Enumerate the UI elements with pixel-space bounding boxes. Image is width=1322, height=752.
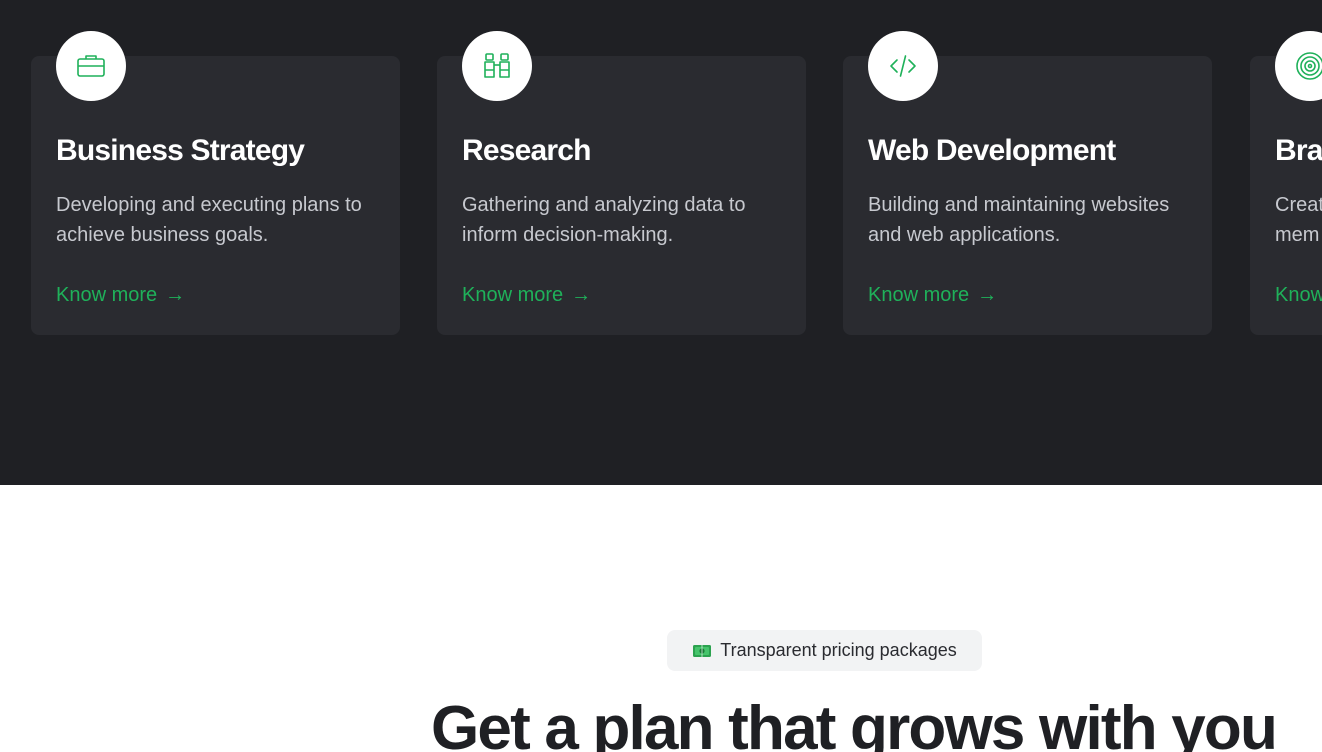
- arrow-right-icon: →: [571, 284, 592, 306]
- know-more-link[interactable]: Know more →: [868, 281, 997, 309]
- target-icon: [1275, 31, 1322, 101]
- service-card-web-development: Web Development Building and maintaining…: [843, 31, 1212, 335]
- service-card-business-strategy: Business Strategy Developing and executi…: [31, 31, 400, 335]
- pricing-badge: Transparent pricing packages: [667, 630, 982, 671]
- card-title: Research: [462, 134, 592, 167]
- service-card-research: Research Gathering and analyzing data to…: [437, 31, 806, 335]
- pricing-badge-label: Transparent pricing packages: [720, 640, 957, 660]
- arrow-right-icon: →: [165, 284, 186, 306]
- know-more-label: Know more: [868, 284, 970, 306]
- card-description: Gathering and analyzing data to inform d…: [462, 194, 746, 246]
- card-title: Bra: [1275, 134, 1322, 167]
- know-more-link[interactable]: Know more →: [462, 281, 591, 309]
- services-section: Business Strategy Developing and executi…: [0, 0, 1322, 485]
- know-more-link[interactable]: Know more →: [56, 281, 185, 309]
- card-description-line: mem: [1275, 224, 1320, 246]
- pricing-section: Transparent pricing packages Get a plan …: [0, 485, 1322, 752]
- money-icon: [693, 644, 712, 657]
- card-title: Web Development: [868, 134, 1116, 167]
- know-more-label: Know more: [462, 284, 564, 306]
- card-title: Business Strategy: [56, 134, 305, 167]
- briefcase-icon: [56, 31, 126, 101]
- know-more-link[interactable]: Know: [1275, 281, 1322, 309]
- binoculars-icon: [462, 31, 532, 101]
- know-more-label: Know more: [56, 284, 158, 306]
- card-description: Creat mem: [1275, 190, 1322, 250]
- pricing-headline: Get a plan that grows with you: [431, 694, 1278, 752]
- card-description: Building and maintaining websites and we…: [868, 194, 1170, 246]
- code-icon: [868, 31, 938, 101]
- know-more-label: Know: [1275, 284, 1322, 306]
- card-description: Developing and executing plans to achiev…: [56, 194, 362, 246]
- arrow-right-icon: →: [977, 284, 998, 306]
- service-card-branding: Bra Creat mem Know: [1250, 31, 1322, 335]
- card-description-line: Creat: [1275, 194, 1322, 216]
